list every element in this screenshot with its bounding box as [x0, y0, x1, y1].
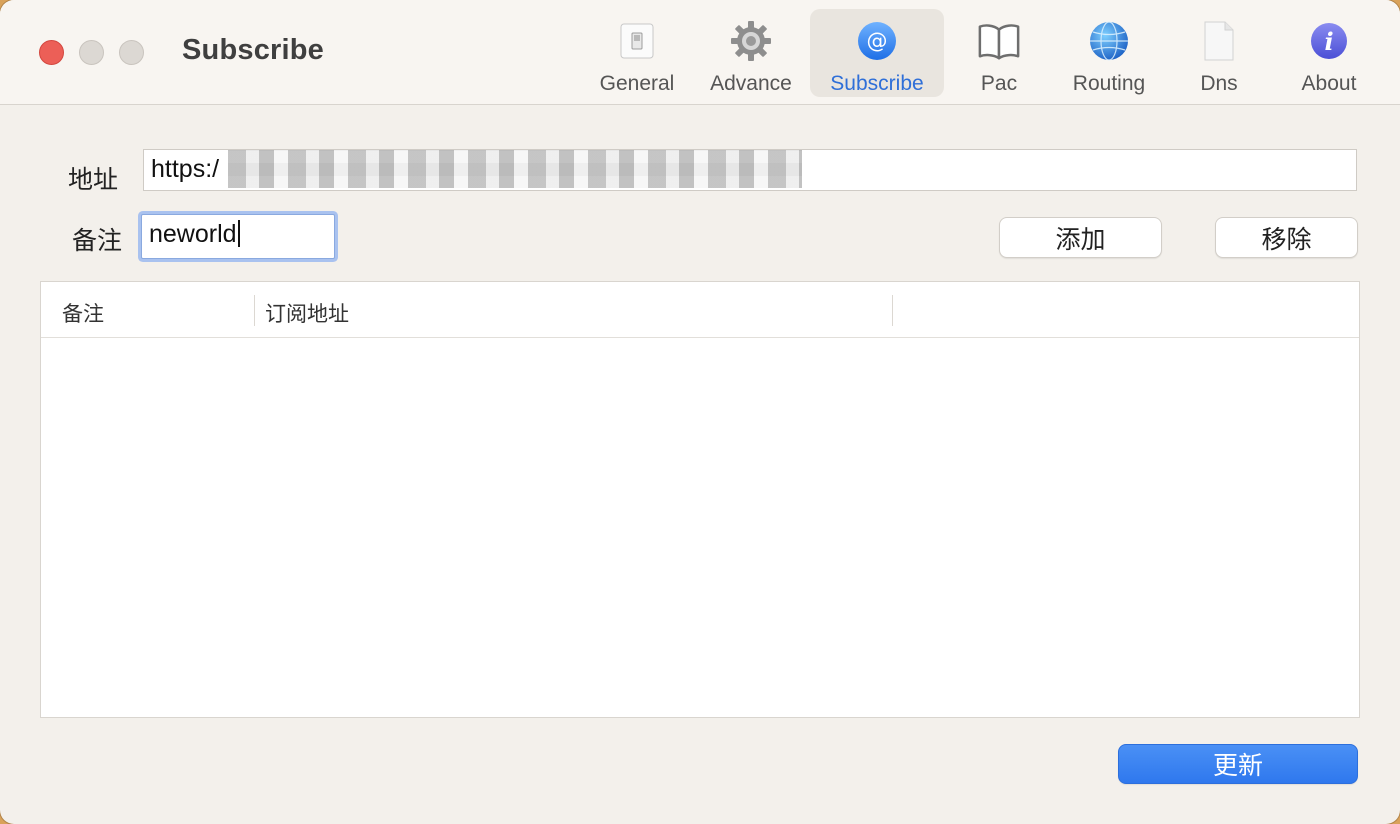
window-title: Subscribe	[182, 34, 325, 66]
switch-icon	[615, 19, 659, 63]
tab-dns[interactable]: Dns	[1184, 9, 1254, 97]
tab-label: Dns	[1200, 72, 1238, 95]
tab-label: General	[599, 72, 675, 95]
column-divider[interactable]	[892, 295, 893, 326]
note-value: neworld	[149, 220, 237, 248]
tab-label: Subscribe	[830, 72, 924, 95]
redacted-url-mosaic	[228, 150, 802, 188]
info-icon: i	[1307, 19, 1351, 63]
column-header-note[interactable]: 备注	[62, 298, 104, 328]
tab-label: Routing	[1072, 72, 1146, 95]
svg-text:i: i	[1324, 27, 1333, 56]
tab-routing[interactable]: Routing	[1064, 9, 1154, 97]
at-sign-icon: @	[855, 19, 899, 63]
url-value: https:/	[151, 155, 220, 183]
subscription-table[interactable]: 备注 订阅地址	[40, 281, 1360, 718]
tab-subscribe[interactable]: @ Subscribe	[810, 9, 944, 97]
note-input[interactable]: neworld	[141, 214, 335, 259]
tab-about[interactable]: i About	[1288, 9, 1370, 97]
globe-icon	[1087, 19, 1131, 63]
document-icon	[1197, 19, 1241, 63]
column-divider[interactable]	[254, 295, 255, 326]
tab-label: Advance	[710, 72, 792, 95]
book-icon	[977, 19, 1021, 63]
subscribe-window: Subscribe General Advance @ Subscribe Pa…	[0, 0, 1400, 824]
svg-text:@: @	[867, 29, 888, 53]
add-button[interactable]: 添加	[999, 217, 1162, 258]
table-body[interactable]	[41, 338, 1359, 717]
tab-label: Pac	[980, 72, 1018, 95]
column-header-url[interactable]: 订阅地址	[265, 298, 349, 328]
update-button[interactable]: 更新	[1118, 744, 1358, 784]
tab-label: About	[1301, 72, 1357, 95]
tab-general[interactable]: General	[590, 9, 684, 97]
close-window-button[interactable]	[39, 40, 64, 65]
titlebar: Subscribe General Advance @ Subscribe Pa…	[0, 0, 1400, 105]
tab-advance[interactable]: Advance	[702, 9, 800, 97]
url-label: 地址	[68, 166, 119, 194]
table-header: 备注 订阅地址	[41, 282, 1359, 338]
minimize-window-button[interactable]	[79, 40, 104, 65]
remove-button[interactable]: 移除	[1215, 217, 1358, 258]
text-caret	[237, 220, 240, 247]
gear-icon	[729, 19, 773, 63]
tab-pac[interactable]: Pac	[962, 9, 1036, 97]
zoom-window-button[interactable]	[119, 40, 144, 65]
note-label: 备注	[72, 227, 123, 255]
